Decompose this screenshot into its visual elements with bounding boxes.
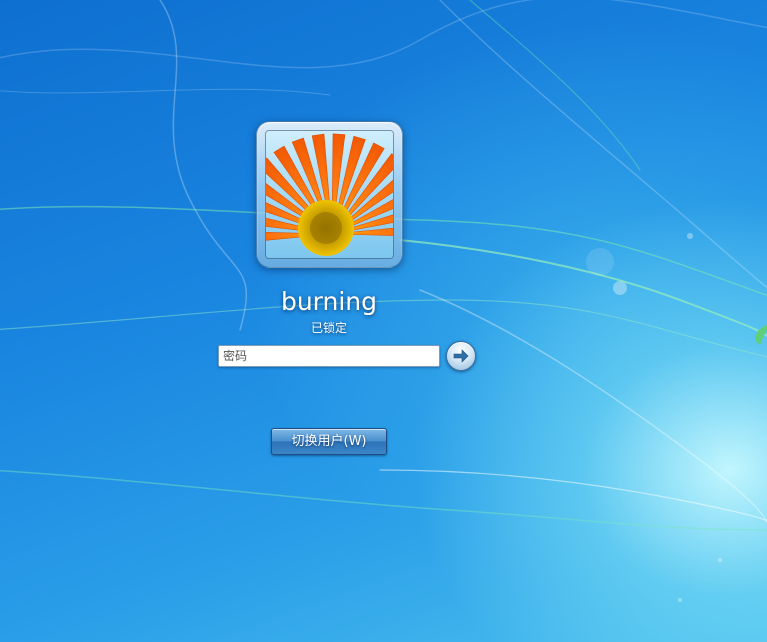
avatar-flower-picture [265, 130, 394, 259]
switch-user-button[interactable]: 切换用户(W) [271, 428, 387, 455]
lock-status: 已锁定 [310, 321, 347, 335]
user-avatar [256, 121, 403, 268]
login-panel: burning 已锁定 切换用户(W) [0, 0, 767, 642]
submit-button[interactable] [446, 341, 476, 371]
user-name: burning [280, 287, 378, 316]
arrow-right-icon [453, 349, 469, 363]
password-input[interactable] [218, 345, 440, 367]
flower-icon [266, 131, 393, 258]
